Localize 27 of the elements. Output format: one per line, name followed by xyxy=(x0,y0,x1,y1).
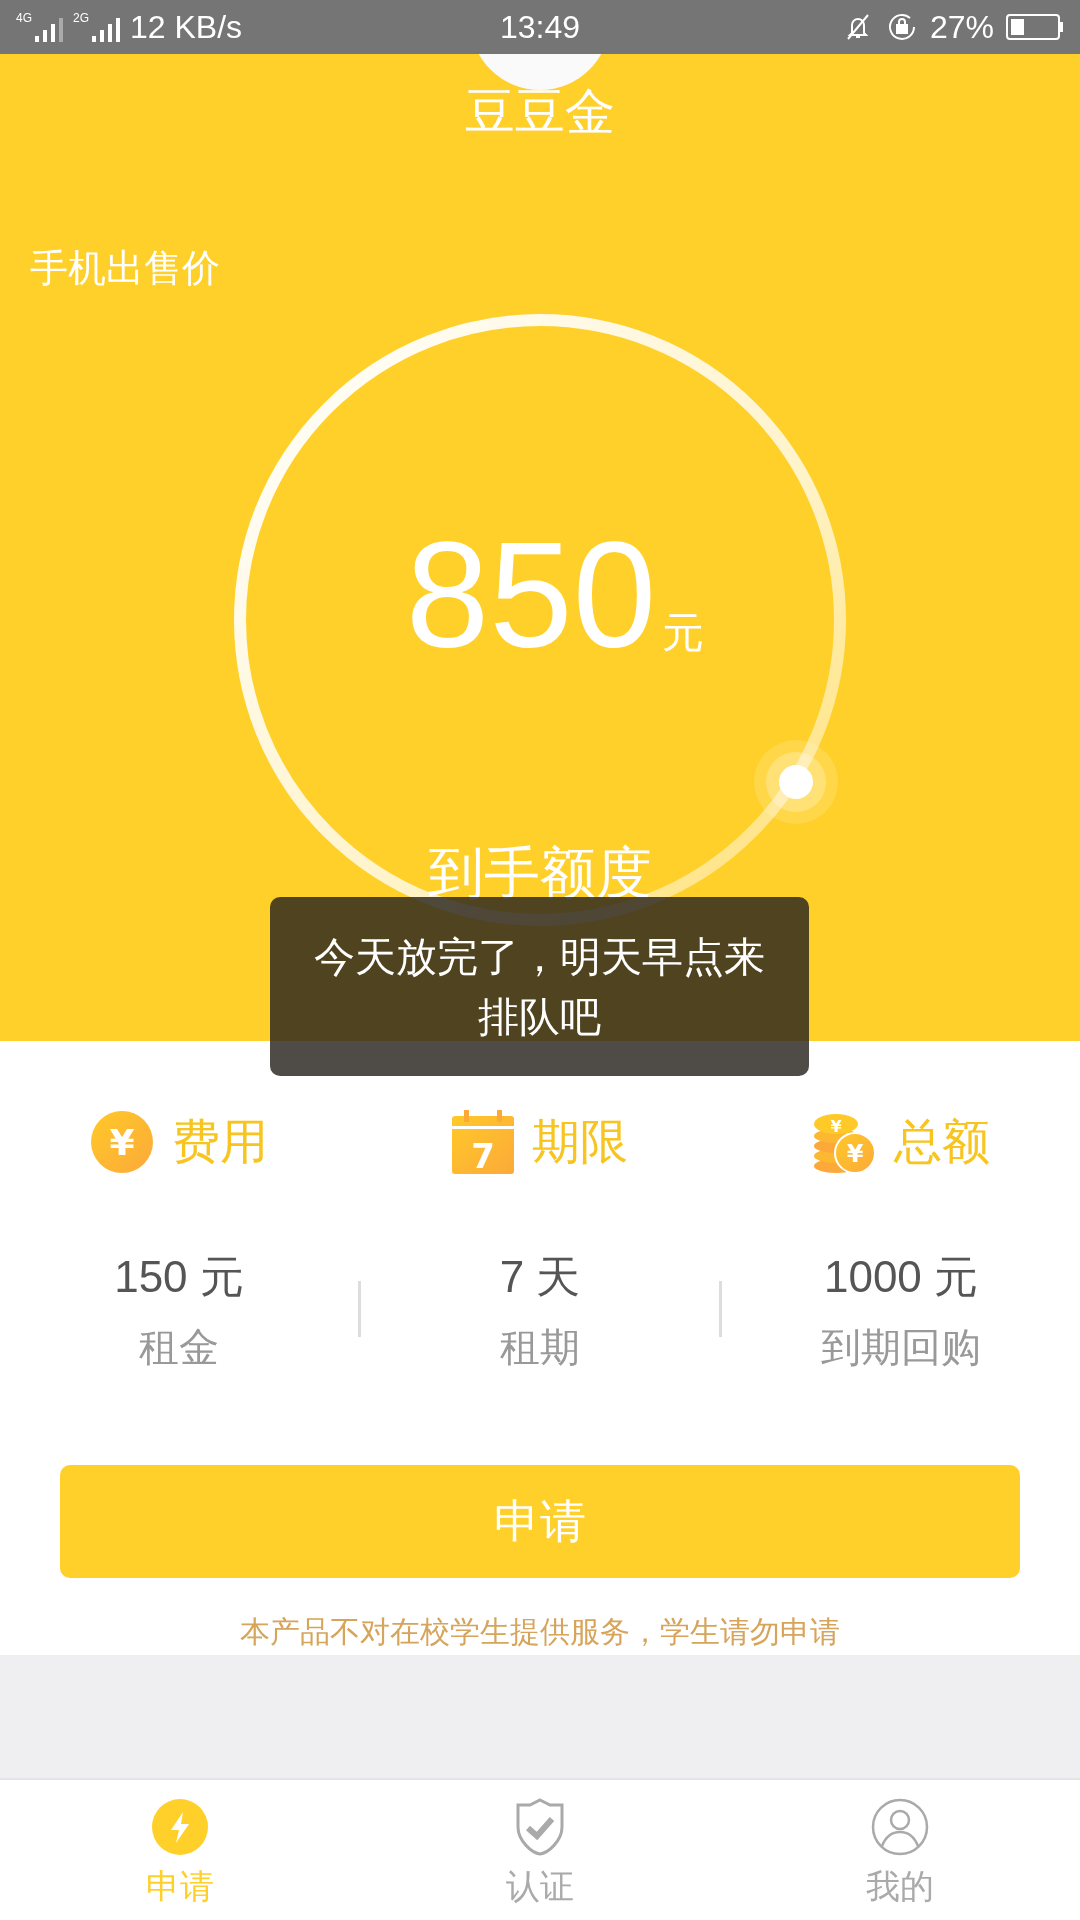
stat-value: 1000 元 xyxy=(823,1251,979,1303)
clock-time: 13:49 xyxy=(499,8,581,45)
stat-label: 到期回购 xyxy=(821,1323,981,1372)
stat-value: 150 元 xyxy=(114,1251,244,1303)
yen-coin-icon: ¥ xyxy=(90,1110,154,1174)
stat-title: 费用 xyxy=(172,1112,268,1171)
toast-message: 今天放完了，明天早点来排队吧 xyxy=(270,897,809,1076)
nav-tab[interactable]: 申请 xyxy=(0,1780,360,1920)
notice-text: 本产品不对在校学生提供服务，学生请勿申请 xyxy=(240,1613,840,1651)
nav-tab[interactable]: 认证 xyxy=(360,1780,720,1920)
app-title: 豆豆金 xyxy=(465,83,615,141)
battery-percent: 27% xyxy=(929,8,994,46)
price-label: 手机出售价 xyxy=(30,245,220,292)
nav-tab[interactable]: 我的 xyxy=(720,1780,1080,1920)
amount-value: 850 xyxy=(405,510,657,680)
stat-title: 期限 xyxy=(532,1112,628,1171)
shield-check-icon xyxy=(515,1798,565,1856)
network-speed: 12 KB/s xyxy=(130,8,243,46)
stat-label: 租期 xyxy=(500,1323,580,1372)
lightning-icon xyxy=(151,1798,209,1856)
battery-icon xyxy=(1006,14,1064,40)
amount-unit: 元 xyxy=(662,607,705,659)
apply-button[interactable]: 申请 xyxy=(60,1465,1020,1578)
stat-value: 7 天 xyxy=(499,1251,581,1303)
stat-label: 租金 xyxy=(139,1323,219,1372)
user-icon xyxy=(871,1798,929,1856)
stat-title: 总额 xyxy=(894,1112,990,1171)
